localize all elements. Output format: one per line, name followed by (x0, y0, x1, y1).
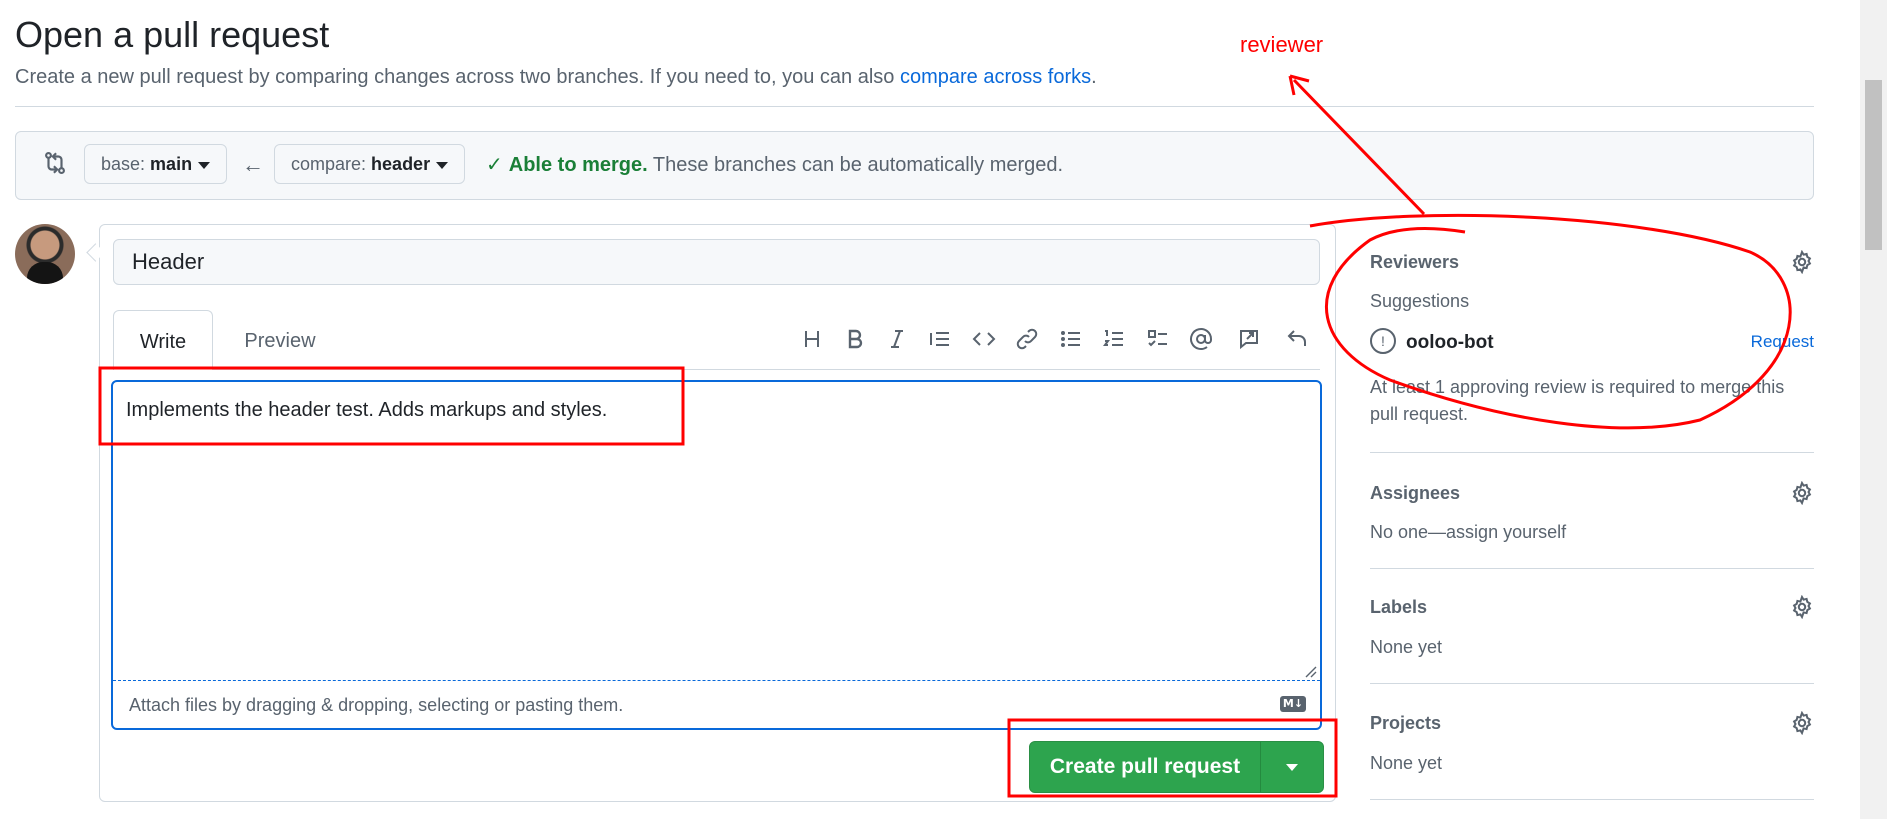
suggested-reviewer-name: ooloo-bot (1406, 332, 1494, 353)
mention-icon[interactable] (1184, 322, 1218, 356)
create-pull-request-button[interactable]: Create pull request (1030, 742, 1261, 792)
create-options-dropdown[interactable] (1261, 742, 1323, 792)
title-input[interactable] (113, 239, 1320, 285)
textarea-divider (113, 680, 1320, 681)
bold-icon[interactable] (838, 322, 872, 356)
merge-status: ✓ Able to merge. These branches can be au… (486, 152, 1063, 177)
git-compare-icon (45, 151, 65, 175)
ooloo-bot-avatar: ! (1370, 328, 1396, 354)
labels-value: None yet (1370, 637, 1443, 657)
base-branch-select[interactable]: base: main (84, 144, 228, 184)
arrow-left-icon: ← (242, 152, 264, 177)
header-divider (15, 106, 1814, 107)
base-prefix: base: (101, 154, 151, 174)
assignees-prefix: No one— (1370, 522, 1447, 542)
base-branch-name: main (150, 154, 193, 174)
annotation-label: reviewer (1240, 32, 1324, 57)
assignees-value: No one—assign yourself (1370, 522, 1566, 543)
gear-icon[interactable] (1790, 481, 1814, 505)
compare-branch-name: header (371, 154, 431, 174)
reviewers-heading[interactable]: Reviewers (1370, 252, 1459, 273)
sidebar-divider (1370, 452, 1814, 453)
compare-branch-select[interactable]: compare: header (274, 144, 466, 184)
tab-write[interactable]: Write (113, 310, 213, 370)
projects-value: None yet (1370, 753, 1443, 773)
check-icon: ✓ (486, 154, 503, 176)
markdown-icon[interactable]: M↓ (1280, 696, 1306, 712)
merge-status-text: These branches can be automatically merg… (647, 154, 1064, 176)
heading-icon[interactable] (795, 322, 829, 356)
projects-heading[interactable]: Projects (1370, 713, 1441, 734)
request-review-link[interactable]: Request (1751, 332, 1814, 352)
page-title: Open a pull request (15, 14, 330, 55)
tab-preview[interactable]: Preview (230, 310, 330, 370)
assign-yourself-link[interactable]: assign yourself (1446, 522, 1566, 542)
link-icon[interactable] (1010, 322, 1044, 356)
body-text: Implements the header test. Adds markups… (126, 399, 608, 421)
sidebar-divider (1370, 568, 1814, 569)
unordered-list-icon[interactable] (1054, 322, 1088, 356)
code-icon[interactable] (967, 322, 1001, 356)
compare-prefix: compare: (291, 154, 372, 174)
caret-down-icon (198, 161, 211, 169)
reference-icon[interactable] (1232, 322, 1266, 356)
review-requirement-note-line1: At least 1 approving review is required … (1370, 377, 1785, 397)
italic-icon[interactable] (880, 322, 914, 356)
avatar-shirt (27, 262, 63, 284)
task-list-icon[interactable] (1141, 322, 1175, 356)
subtitle-suffix: . (1091, 66, 1097, 88)
create-pull-request-button-group: Create pull request (1029, 741, 1324, 793)
scrollbar-thumb[interactable] (1865, 80, 1882, 250)
attach-files-hint[interactable]: Attach files by dragging & dropping, sel… (129, 695, 623, 716)
compare-across-forks-link[interactable]: compare across forks (900, 66, 1091, 88)
assignees-heading[interactable]: Assignees (1370, 483, 1460, 504)
quote-icon[interactable] (923, 322, 957, 356)
sidebar-divider (1370, 683, 1814, 684)
caret-down-icon (436, 161, 449, 169)
sidebar-divider (1370, 799, 1814, 800)
gear-icon[interactable] (1790, 595, 1814, 619)
ordered-list-icon[interactable] (1097, 322, 1131, 356)
labels-heading[interactable]: Labels (1370, 597, 1427, 618)
tab-divider (213, 369, 1320, 370)
branch-compare-bar: base: main ← compare: header ✓ Able to me… (15, 131, 1814, 200)
body-textarea[interactable] (111, 380, 1322, 730)
subtitle-text: Create a new pull request by comparing c… (15, 66, 900, 88)
caret-down-icon (1286, 763, 1298, 771)
annotation-arrowhead (1288, 74, 1310, 96)
author-avatar (15, 224, 75, 284)
resize-handle-icon[interactable] (1303, 664, 1317, 678)
review-requirement-note-line2: pull request. (1370, 404, 1469, 424)
gear-icon[interactable] (1790, 711, 1814, 735)
gear-icon[interactable] (1790, 250, 1814, 274)
merge-status-strong: Able to merge. (508, 154, 648, 176)
suggestions-label: Suggestions (1370, 291, 1470, 311)
page-subtitle: Create a new pull request by comparing c… (15, 66, 1097, 89)
undo-icon[interactable] (1280, 322, 1314, 356)
